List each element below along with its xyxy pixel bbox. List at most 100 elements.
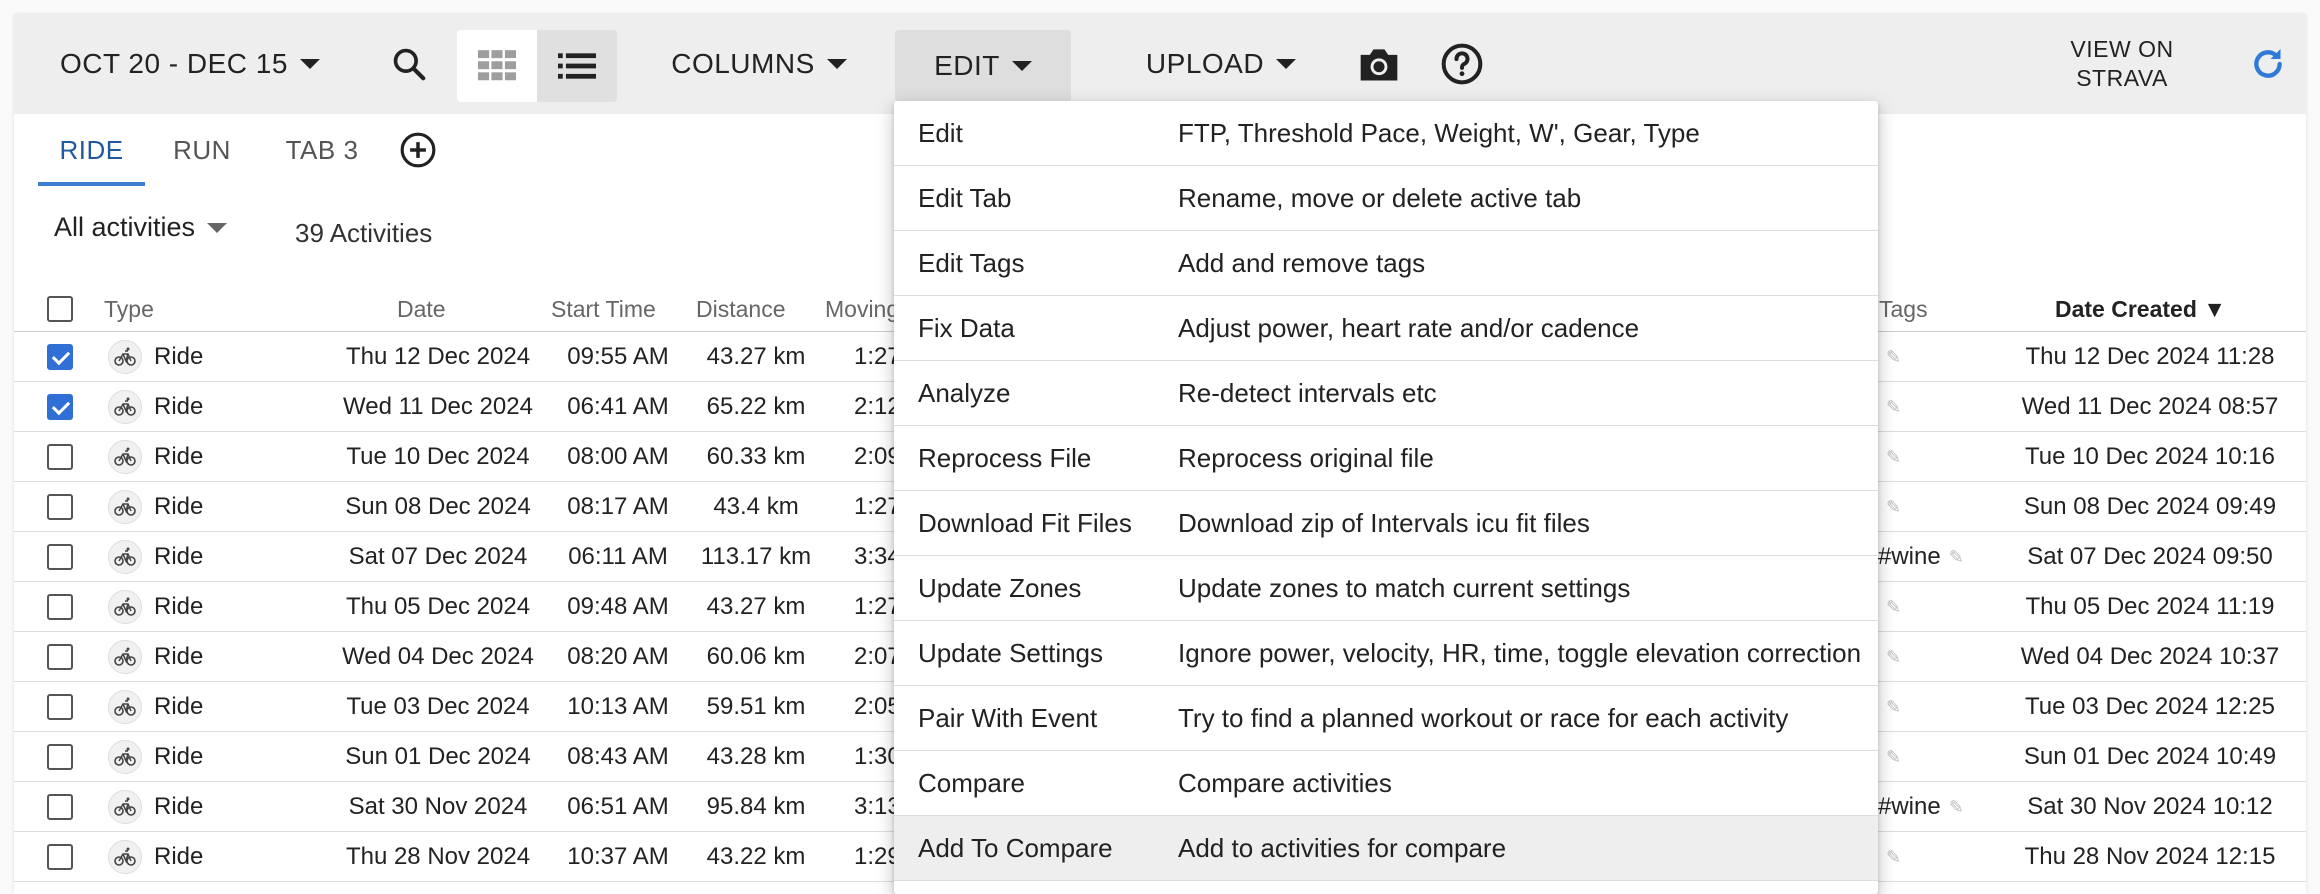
distance-cell: 59.51 km [706, 693, 806, 720]
edit-tags-icon[interactable]: ✎ [1949, 547, 1964, 568]
menu-item-pair-with-event[interactable]: Pair With Event Try to find a planned wo… [894, 686, 1878, 751]
edit-tags-icon[interactable]: ✎ [1886, 447, 1901, 468]
row-checkbox[interactable] [47, 544, 73, 570]
tab-3[interactable]: TAB 3 [266, 114, 378, 186]
type-label: Ride [154, 643, 204, 670]
column-header-start-time[interactable]: Start Time [551, 296, 656, 323]
distance-cell: 43.28 km [706, 743, 806, 770]
start-time-cell: 06:11 AM [568, 543, 668, 570]
menu-item-edit-tab[interactable]: Edit Tab Rename, move or delete active t… [894, 166, 1878, 231]
column-header-moving[interactable]: Moving [825, 296, 899, 323]
column-header-distance[interactable]: Distance [696, 296, 785, 323]
column-header-date[interactable]: Date [397, 296, 446, 323]
type-cell: Ride [108, 432, 203, 482]
menu-item-description: Download zip of Intervals icu fit files [1178, 507, 1590, 538]
screenshot-button[interactable] [1349, 14, 1409, 114]
row-checkbox[interactable] [47, 694, 73, 720]
edit-tags-icon[interactable]: ✎ [1886, 597, 1901, 618]
edit-tags-icon[interactable]: ✎ [1886, 847, 1901, 868]
row-checkbox[interactable] [47, 644, 73, 670]
date-range-dropdown[interactable]: OCT 20 - DEC 15 [60, 14, 330, 114]
menu-item-download-fit-files[interactable]: Download Fit Files Download zip of Inter… [894, 491, 1878, 556]
row-checkbox[interactable] [47, 744, 73, 770]
date-cell: Sun 01 Dec 2024 [345, 743, 531, 770]
menu-item-reprocess-file[interactable]: Reprocess File Reprocess original file [894, 426, 1878, 491]
edit-dropdown[interactable]: EDIT [895, 30, 1071, 102]
row-checkbox[interactable] [47, 394, 73, 420]
edit-tags-icon[interactable]: ✎ [1886, 647, 1901, 668]
edit-tags-icon[interactable]: ✎ [1949, 797, 1964, 818]
menu-item-update-zones[interactable]: Update Zones Update zones to match curre… [894, 556, 1878, 621]
view-on-strava-line2: STRAVA [2076, 65, 2168, 91]
columns-dropdown[interactable]: COLUMNS [664, 14, 854, 114]
row-checkbox[interactable] [47, 794, 73, 820]
upload-dropdown[interactable]: UPLOAD [1121, 14, 1321, 114]
activity-filter-label: All activities [54, 212, 196, 242]
date-cell: Tue 03 Dec 2024 [346, 693, 530, 720]
edit-tags-icon[interactable]: ✎ [1886, 747, 1901, 768]
menu-item-fix-data[interactable]: Fix Data Adjust power, heart rate and/or… [894, 296, 1878, 361]
row-checkbox[interactable] [47, 594, 73, 620]
menu-item-update-settings[interactable]: Update Settings Ignore power, velocity, … [894, 621, 1878, 686]
type-cell: Ride [108, 382, 203, 432]
row-checkbox[interactable] [47, 344, 73, 370]
type-cell: Ride [108, 632, 203, 682]
select-all-checkbox[interactable] [47, 296, 73, 322]
date-created-cell: Thu 05 Dec 2024 11:19 [2025, 593, 2275, 620]
date-created-cell: Sat 07 Dec 2024 09:50 [2027, 543, 2273, 570]
menu-item-analyze[interactable]: Analyze Re-detect intervals etc [894, 361, 1878, 426]
date-created-cell: Sat 30 Nov 2024 10:12 [2027, 793, 2273, 820]
column-header-date-created[interactable]: Date Created ▼ [2055, 296, 2226, 323]
search-button[interactable] [374, 14, 444, 114]
date-cell: Thu 12 Dec 2024 [345, 343, 531, 370]
grid-view-button[interactable] [457, 30, 537, 102]
tags-cell: ✎ [1878, 732, 1901, 782]
row-checkbox[interactable] [47, 844, 73, 870]
type-label: Ride [154, 693, 204, 720]
edit-tags-icon[interactable]: ✎ [1886, 497, 1901, 518]
menu-item-description: Reprocess original file [1178, 442, 1434, 473]
bike-icon [108, 640, 142, 674]
menu-item-label: Compare [918, 767, 1025, 798]
column-header-type[interactable]: Type [104, 296, 154, 323]
menu-item-description: Adjust power, heart rate and/or cadence [1178, 312, 1640, 343]
edit-tags-icon[interactable]: ✎ [1886, 697, 1901, 718]
menu-item-edit-tags[interactable]: Edit Tags Add and remove tags [894, 231, 1878, 296]
type-label: Ride [154, 493, 204, 520]
menu-item-description: Re-detect intervals etc [1178, 377, 1437, 408]
columns-label: COLUMNS [671, 48, 815, 79]
edit-tags-icon[interactable]: ✎ [1886, 397, 1901, 418]
menu-item-label: Update Zones [918, 572, 1082, 603]
tags-cell: ✎ [1878, 582, 1901, 632]
type-cell: Ride [108, 332, 203, 382]
help-button[interactable] [1432, 14, 1492, 114]
date-cell: Thu 28 Nov 2024 [345, 843, 531, 870]
distance-cell: 113.17 km [700, 543, 812, 570]
tab-ride[interactable]: RIDE [38, 114, 145, 186]
menu-item-add-to-compare[interactable]: Add To Compare Add to activities for com… [894, 816, 1878, 881]
view-on-strava-button[interactable]: VIEW ON STRAVA [2050, 14, 2194, 114]
edit-tags-icon[interactable]: ✎ [1886, 347, 1901, 368]
distance-cell: 43.27 km [706, 593, 806, 620]
start-time-cell: 10:37 AM [567, 843, 669, 870]
date-created-cell: Thu 28 Nov 2024 12:15 [2024, 843, 2276, 870]
menu-item-label: Update Settings [918, 637, 1104, 668]
row-checkbox[interactable] [47, 444, 73, 470]
tags-cell: #wine ✎ [1878, 782, 1964, 832]
start-time-cell: 08:20 AM [567, 643, 669, 670]
start-time-cell: 09:55 AM [567, 343, 669, 370]
menu-item-edit[interactable]: Edit FTP, Threshold Pace, Weight, W', Ge… [894, 101, 1878, 166]
activity-filter-dropdown[interactable]: All activities [54, 212, 228, 243]
tab-run[interactable]: RUN [162, 114, 242, 186]
type-cell: Ride [108, 782, 203, 832]
row-checkbox[interactable] [47, 494, 73, 520]
type-label: Ride [154, 443, 204, 470]
add-tab-button[interactable] [390, 114, 446, 186]
list-view-button[interactable] [537, 30, 617, 102]
tag-label: #wine [1878, 793, 1941, 820]
menu-item-compare[interactable]: Compare Compare activities [894, 751, 1878, 816]
column-header-tags[interactable]: Tags [1879, 296, 1928, 323]
refresh-icon [2254, 49, 2282, 78]
refresh-button[interactable] [2240, 14, 2296, 114]
start-time-cell: 08:43 AM [567, 743, 669, 770]
